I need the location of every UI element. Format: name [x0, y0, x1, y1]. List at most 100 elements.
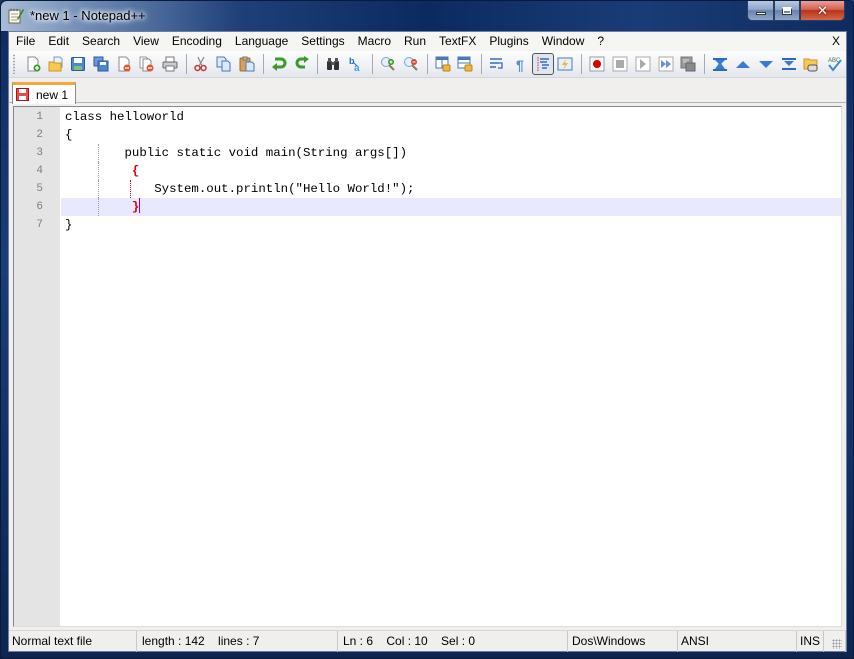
tab-new-1[interactable]: new 1	[12, 82, 76, 104]
fold-all-button[interactable]	[709, 53, 731, 75]
code-line: {	[61, 162, 841, 180]
menu-macro[interactable]: Macro	[351, 32, 397, 51]
menu-settings[interactable]: Settings	[294, 32, 350, 51]
undo-icon	[271, 57, 287, 71]
spell-check-button[interactable]: ABC	[823, 53, 845, 75]
indent-guide-button[interactable]	[531, 53, 554, 75]
open-in-explorer-button[interactable]	[801, 53, 823, 75]
close-document-button[interactable]: X	[832, 34, 840, 48]
word-wrap-button[interactable]	[486, 53, 508, 75]
maximize-icon	[782, 6, 792, 15]
word-wrap-icon	[490, 58, 503, 69]
line-number: 1	[36, 111, 43, 123]
zoom-in-button[interactable]	[377, 53, 399, 75]
save-all-button[interactable]	[90, 53, 112, 75]
sync-horizontal-icon	[457, 56, 473, 72]
triangle-down-icon	[758, 61, 773, 68]
menu-help[interactable]: ?	[590, 32, 610, 51]
line-number: 5	[36, 183, 43, 195]
copy-button[interactable]	[213, 53, 235, 75]
save-all-icon	[93, 56, 109, 72]
stop-recording-button[interactable]	[609, 53, 631, 75]
zoom-in-icon	[380, 57, 395, 71]
code-line: class helloworld	[61, 108, 841, 126]
caption-buttons: ✕	[747, 1, 845, 21]
redo-button[interactable]	[291, 53, 313, 75]
menu-search[interactable]: Search	[75, 32, 126, 51]
run-macro-multiple-button[interactable]	[655, 53, 677, 75]
playback-button[interactable]	[632, 53, 654, 75]
show-all-characters-button[interactable]: ¶	[509, 53, 531, 75]
redo-icon	[295, 56, 309, 69]
replace-button[interactable]: ba	[345, 53, 367, 75]
editor[interactable]: 1 2 3 4 5 6 7 class helloworld { public …	[13, 106, 842, 627]
menu-edit[interactable]: Edit	[41, 32, 75, 51]
indent-guide-highlighted	[130, 180, 131, 198]
sync-vertical-scroll-button[interactable]	[432, 53, 454, 75]
scissors-icon	[194, 56, 208, 72]
new-file-button[interactable]	[22, 53, 44, 75]
code-line: }	[61, 216, 841, 234]
maximize-button[interactable]	[774, 1, 800, 21]
open-folder-icon	[48, 56, 63, 72]
notepadpp-window: *new 1 - Notepad++ ✕ File Edit Search Vi…	[0, 0, 854, 659]
code-line: public static void main(String args[])	[61, 144, 841, 162]
close-button-tb[interactable]	[113, 53, 135, 75]
menu-language[interactable]: Language	[228, 32, 294, 51]
cut-button[interactable]	[191, 53, 213, 75]
code-line: {	[61, 126, 841, 144]
close-file-icon	[118, 56, 131, 72]
play-icon	[635, 56, 651, 72]
start-recording-button[interactable]	[586, 53, 608, 75]
status-length-lines: length : 142 lines : 7	[137, 631, 338, 652]
menu-bar: File Edit Search View Encoding Language …	[9, 32, 846, 51]
menu-window[interactable]: Window	[535, 32, 591, 51]
menu-file[interactable]: File	[9, 32, 41, 51]
copy-icon	[216, 56, 231, 72]
zoom-out-button[interactable]	[400, 53, 422, 75]
menu-run[interactable]: Run	[397, 32, 432, 51]
code-area[interactable]: class helloworld { public static void ma…	[61, 107, 841, 626]
menu-view[interactable]: View	[126, 32, 165, 51]
toolbar-separator	[481, 54, 483, 74]
toolbar-separator	[262, 54, 264, 74]
unfold-all-icon	[781, 58, 796, 70]
menu-encoding[interactable]: Encoding	[165, 32, 228, 51]
save-button[interactable]	[68, 53, 90, 75]
save-macro-icon	[680, 56, 696, 72]
minimize-button[interactable]	[747, 1, 774, 21]
status-file-type: Normal text file	[9, 631, 137, 652]
resize-grip[interactable]	[824, 631, 846, 652]
line-number-gutter[interactable]: 1 2 3 4 5 6 7	[14, 107, 60, 626]
open-file-button[interactable]	[45, 53, 67, 75]
menu-plugins[interactable]: Plugins	[482, 32, 534, 51]
notepad-app-icon[interactable]	[8, 7, 24, 24]
line-number: 2	[36, 129, 43, 141]
status-insert-mode[interactable]: INS	[797, 631, 824, 652]
paste-button[interactable]	[236, 53, 258, 75]
pilcrow-icon: ¶	[516, 57, 524, 72]
close-button[interactable]: ✕	[800, 1, 845, 21]
menu-textfx[interactable]: TextFX	[432, 32, 482, 51]
folder-link-icon	[803, 58, 818, 72]
sync-horizontal-scroll-button[interactable]	[454, 53, 476, 75]
find-button[interactable]	[322, 53, 344, 75]
replace-icon: ba	[349, 56, 360, 72]
toolbar-separator	[317, 54, 319, 74]
save-macro-button[interactable]	[678, 53, 700, 75]
title-bar[interactable]: *new 1 - Notepad++ ✕	[1, 1, 853, 31]
record-icon	[589, 56, 605, 72]
undo-button[interactable]	[268, 53, 290, 75]
new-file-icon	[27, 56, 41, 72]
expand-button[interactable]	[755, 53, 777, 75]
close-all-button[interactable]	[136, 53, 158, 75]
line-number: 7	[36, 219, 43, 231]
code-text: public static void main(String args[])	[65, 146, 408, 160]
user-defined-language-button[interactable]	[555, 53, 577, 75]
collapse-button[interactable]	[732, 53, 754, 75]
print-button[interactable]	[159, 53, 181, 75]
close-icon: ✕	[817, 2, 828, 18]
toolbar-grip[interactable]	[12, 54, 16, 74]
unfold-all-button[interactable]	[778, 53, 800, 75]
triangle-up-icon	[736, 61, 751, 68]
